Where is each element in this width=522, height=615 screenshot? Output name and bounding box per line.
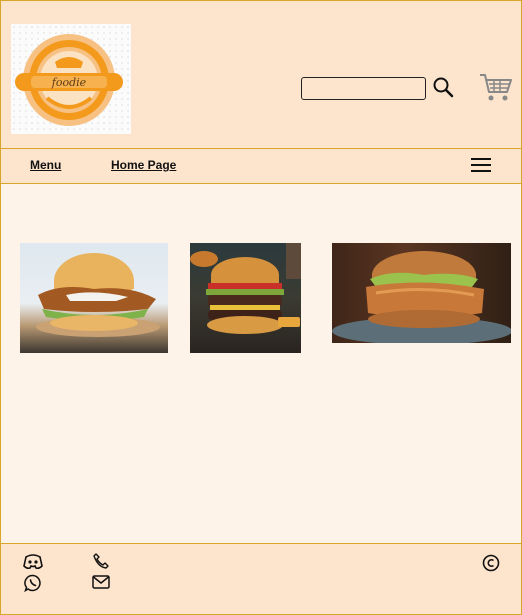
nav-home-link[interactable]: Home Page: [111, 158, 176, 172]
nav-menu-link[interactable]: Menu: [30, 158, 61, 172]
search-icon[interactable]: [432, 76, 454, 98]
site-header: foodie: [0, 0, 522, 149]
beef-burger-image-2[interactable]: [190, 243, 301, 353]
chicken-burger-image-1[interactable]: [20, 243, 168, 353]
phone-icon[interactable]: [92, 552, 110, 570]
mail-icon[interactable]: [92, 575, 110, 593]
logo-text: foodie: [51, 76, 87, 89]
discord-icon[interactable]: [23, 553, 43, 571]
hamburger-menu-icon[interactable]: [471, 158, 491, 172]
foodie-logo[interactable]: foodie: [11, 24, 131, 134]
search-input[interactable]: [301, 77, 426, 100]
navbar: Menu Home Page: [0, 148, 522, 184]
site-footer: [0, 543, 522, 615]
copyright-icon: [482, 554, 500, 572]
main-content: [0, 183, 522, 543]
cart-icon[interactable]: [479, 71, 513, 103]
fried-chicken-burger-image-3[interactable]: [332, 243, 511, 343]
whatsapp-icon[interactable]: [24, 574, 42, 593]
